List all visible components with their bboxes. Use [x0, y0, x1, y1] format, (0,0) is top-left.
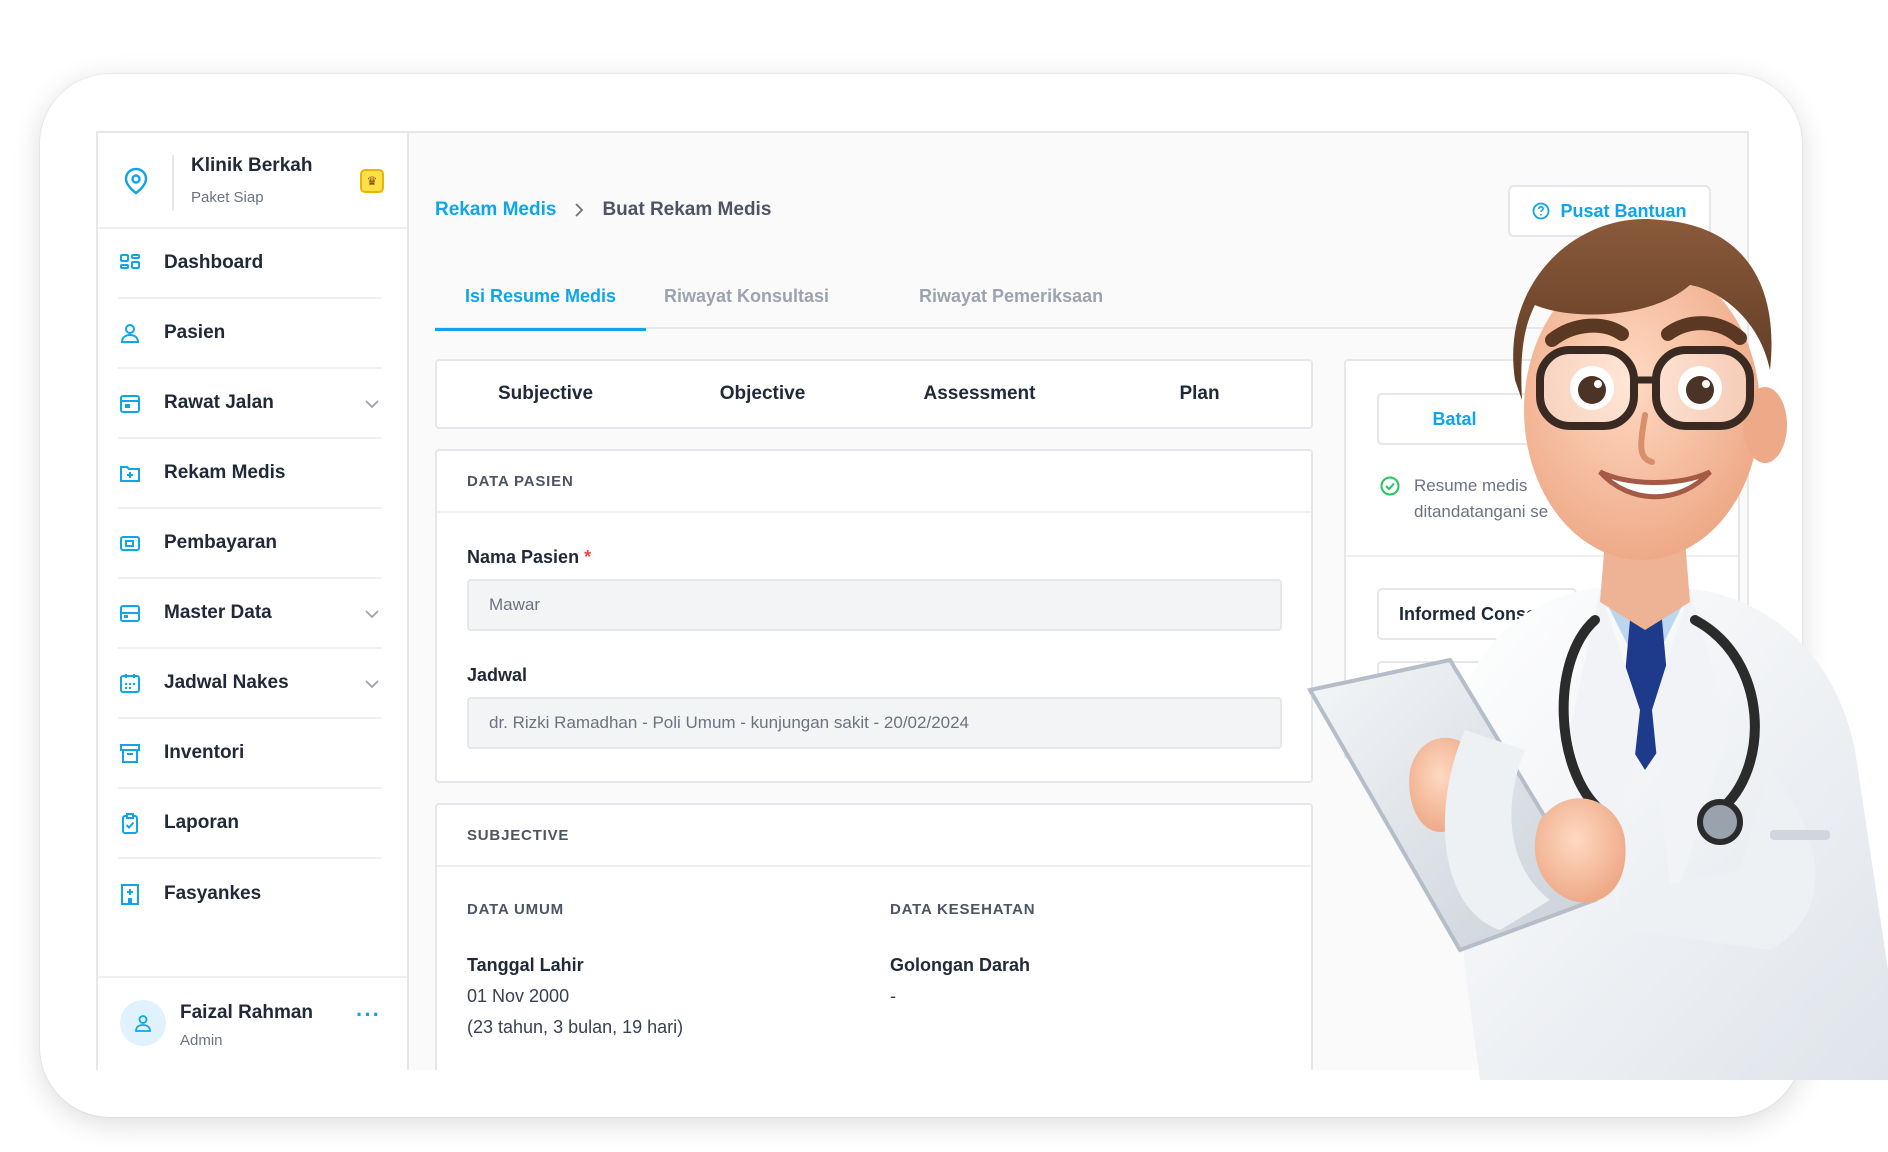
- clipboard-icon: [118, 811, 142, 835]
- hospital-icon: [118, 882, 142, 906]
- tanggal-lahir-label: Tanggal Lahir: [467, 955, 584, 975]
- card-title: SUBJECTIVE: [437, 805, 1311, 867]
- sidebar-item-jadwal-nakes[interactable]: Jadwal Nakes: [118, 649, 382, 719]
- soap-navigation: Subjective Objective Assessment Plan: [435, 359, 1313, 429]
- sidebar-item-label: Dashboard: [164, 252, 264, 273]
- sidebar-item-dashboard[interactable]: Dashboard: [118, 229, 382, 299]
- chevron-right-icon: [575, 203, 584, 217]
- user-name: Faizal Rahman: [180, 1002, 314, 1023]
- sidebar-nav: Dashboard Pasien Rawat Jalan Rekam Medis…: [98, 229, 407, 929]
- soap-objective[interactable]: Objective: [654, 361, 871, 427]
- tab-riwayat-konsultasi[interactable]: Riwayat Konsultasi: [664, 263, 829, 329]
- sidebar-item-pembayaran[interactable]: Pembayaran: [118, 509, 382, 579]
- sidebar: Klinik Berkah Paket Siap ♛ Dashboard Pas…: [98, 133, 409, 1070]
- brand-separator: [172, 155, 174, 211]
- location-pin-icon: [124, 167, 148, 195]
- card-title: DATA PASIEN: [437, 451, 1311, 513]
- field-label-text: Nama Pasien: [467, 547, 580, 567]
- box-icon: [118, 741, 142, 765]
- soap-subjective[interactable]: Subjective: [437, 361, 654, 427]
- sidebar-item-label: Jadwal Nakes: [164, 672, 289, 693]
- avatar: [120, 1000, 166, 1046]
- nama-pasien-input[interactable]: Mawar: [467, 579, 1282, 631]
- jadwal-label: Jadwal: [467, 665, 528, 685]
- clinic-plan: Paket Siap: [191, 189, 264, 206]
- database-icon: [118, 601, 142, 625]
- sidebar-item-fasyankes[interactable]: Fasyankes: [118, 859, 382, 929]
- sidebar-item-label: Laporan: [164, 812, 239, 833]
- breadcrumb: Rekam Medis Buat Rekam Medis: [435, 199, 771, 221]
- sidebar-item-label: Pembayaran: [164, 532, 278, 553]
- chevron-down-icon[interactable]: [362, 604, 382, 624]
- data-pasien-card: DATA PASIEN Nama Pasien * Mawar Jadwal d…: [435, 449, 1313, 783]
- sidebar-item-laporan[interactable]: Laporan: [118, 789, 382, 859]
- user-icon: [135, 1015, 151, 1032]
- sidebar-item-label: Inventori: [164, 742, 245, 763]
- schedule-icon: [118, 671, 142, 695]
- user-profile[interactable]: Faizal Rahman Admin ···: [98, 976, 407, 1070]
- sidebar-item-rekam-medis[interactable]: Rekam Medis: [118, 439, 382, 509]
- data-kesehatan-heading: DATA KESEHATAN: [890, 901, 1036, 918]
- nama-pasien-label: Nama Pasien *: [467, 547, 591, 568]
- data-umum-heading: DATA UMUM: [467, 901, 564, 918]
- golongan-darah-label: Golongan Darah: [890, 955, 1031, 975]
- user-icon: [118, 321, 142, 345]
- soap-plan[interactable]: Plan: [1088, 361, 1311, 427]
- sidebar-item-label: Pasien: [164, 322, 226, 343]
- sidebar-item-master-data[interactable]: Master Data: [118, 579, 382, 649]
- tanggal-lahir-value: 01 Nov 2000: [467, 986, 570, 1006]
- sidebar-item-label: Master Data: [164, 602, 272, 623]
- sidebar-item-label: Rawat Jalan: [164, 392, 274, 413]
- clinic-brand[interactable]: Klinik Berkah Paket Siap ♛: [98, 133, 407, 229]
- folder-plus-icon: [118, 461, 142, 485]
- payment-icon: [118, 531, 142, 555]
- subjective-card: SUBJECTIVE DATA UMUM DATA KESEHATAN Tang…: [435, 803, 1313, 1070]
- sidebar-item-rawat-jalan[interactable]: Rawat Jalan: [118, 369, 382, 439]
- dashboard-icon: [118, 251, 142, 275]
- tab-isi-resume-medis[interactable]: Isi Resume Medis: [434, 263, 647, 331]
- tab-riwayat-pemeriksaan[interactable]: Riwayat Pemeriksaan: [919, 263, 1103, 329]
- sidebar-item-label: Rekam Medis: [164, 462, 286, 483]
- sidebar-item-inventori[interactable]: Inventori: [118, 719, 382, 789]
- chevron-down-icon[interactable]: [362, 394, 382, 414]
- golongan-darah-value: -: [890, 986, 896, 1006]
- jadwal-select[interactable]: dr. Rizki Ramadhan - Poli Umum - kunjung…: [467, 697, 1282, 749]
- sidebar-item-pasien[interactable]: Pasien: [118, 299, 382, 369]
- usia-value: (23 tahun, 3 bulan, 19 hari): [467, 1017, 684, 1037]
- doctor-mascot-illustration: [1306, 219, 1888, 1080]
- user-role: Admin: [180, 1032, 223, 1049]
- required-mark: *: [584, 547, 592, 567]
- sidebar-item-label: Fasyankes: [164, 883, 262, 904]
- more-options-icon[interactable]: ···: [356, 1002, 381, 1028]
- breadcrumb-current: Buat Rekam Medis: [602, 199, 772, 220]
- chevron-down-icon[interactable]: [362, 674, 382, 694]
- breadcrumb-link[interactable]: Rekam Medis: [435, 199, 556, 221]
- calendar-icon: [118, 391, 142, 415]
- crown-icon: ♛: [360, 169, 384, 193]
- soap-assessment[interactable]: Assessment: [871, 361, 1088, 427]
- clinic-name: Klinik Berkah: [191, 155, 313, 176]
